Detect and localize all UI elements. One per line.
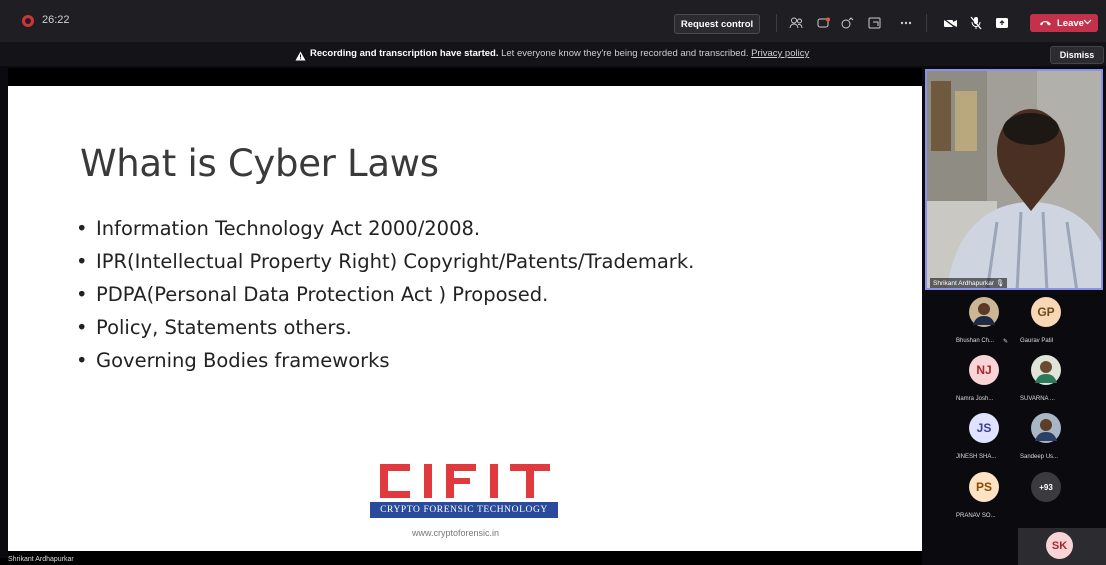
participant-name: SUVARNA ... (1020, 396, 1055, 402)
warning-icon (295, 48, 306, 66)
participant-photo (1031, 413, 1061, 443)
participant-avatar: PS (969, 472, 999, 502)
slide-bullets: Information Technology Act 2000/2008. IP… (76, 212, 694, 377)
dismiss-button[interactable]: Dismiss (1050, 46, 1104, 64)
privacy-policy-link[interactable]: Privacy policy (751, 48, 809, 59)
participant-tile[interactable]: JS (964, 413, 1004, 453)
presenter-name-tag: Shrikant Ardhapurkar 🎙 (930, 278, 1008, 288)
leave-button[interactable]: Leave (1030, 14, 1098, 32)
mic-muted-icon: ✎ (1003, 339, 1009, 345)
toolbar-divider (926, 14, 927, 32)
banner-message: Recording and transcription have started… (310, 48, 809, 59)
participant-name: Namra Josh... (956, 396, 994, 402)
shared-slide: What is Cyber Laws Information Technolog… (8, 86, 922, 551)
banner-text: Let everyone know they're being recorded… (498, 48, 752, 59)
more-participants-button[interactable]: +93 (1026, 472, 1066, 512)
participant-tile[interactable]: PS (964, 472, 1004, 512)
recording-banner: Recording and transcription have started… (0, 42, 1106, 66)
meeting-toolbar: 26:22 Request control Leave (0, 0, 1106, 42)
presenter-name: Shrikant Ardhapurkar (933, 280, 995, 287)
self-video-tile[interactable]: SK (1018, 528, 1106, 565)
presenter-caption-bar (0, 558, 922, 565)
participant-tile[interactable]: GP (1026, 297, 1066, 337)
mic-muted-icon[interactable] (966, 14, 986, 32)
self-avatar: SK (1046, 532, 1073, 559)
request-control-button[interactable]: Request control (674, 14, 760, 34)
meeting-timer: 26:22 (42, 14, 70, 26)
share-icon[interactable] (992, 14, 1012, 32)
slide-bullet: Governing Bodies frameworks (76, 344, 694, 377)
slide-bullet: PDPA(Personal Data Protection Act ) Prop… (76, 278, 694, 311)
cifit-tagline: Crypto Forensic Technology (370, 502, 558, 518)
mic-icon: 🎙 (995, 280, 1005, 287)
banner-bold-text: Recording and transcription have started… (310, 48, 499, 59)
toolbar-divider (776, 14, 777, 32)
participant-tile[interactable] (1026, 355, 1066, 395)
slide-title: What is Cyber Laws (80, 142, 439, 185)
cifit-logo (380, 464, 550, 498)
participant-name: Bhushan Ch... (956, 338, 995, 344)
participant-photo (1031, 355, 1061, 385)
participant-avatar: NJ (969, 355, 999, 385)
recording-icon (22, 15, 34, 27)
participant-name: JINESH SHA... (956, 454, 997, 460)
rooms-icon[interactable] (864, 14, 884, 32)
more-icon[interactable] (896, 14, 916, 32)
phone-icon (1040, 21, 1051, 26)
camera-icon[interactable] (940, 14, 960, 32)
cifit-url: www.cryptoforensic.in (412, 528, 500, 538)
participant-name: PRANAV SO... (956, 513, 996, 519)
leave-label: Leave (1057, 17, 1084, 29)
slide-bullet: Information Technology Act 2000/2008. (76, 212, 694, 245)
presenter-video[interactable] (925, 69, 1103, 290)
participant-avatar: JS (969, 413, 999, 443)
participant-tile[interactable] (1026, 413, 1066, 453)
more-participants-count: +93 (1031, 472, 1061, 502)
presenter-video-frame (927, 71, 1101, 288)
participant-avatar: GP (1031, 297, 1061, 327)
chevron-down-icon[interactable] (1083, 15, 1092, 32)
participant-tile[interactable]: NJ (964, 355, 1004, 395)
participant-photo (969, 297, 999, 327)
presenter-caption: Shrikant Ardhapurkar (8, 556, 74, 563)
participant-name: Gaurav Patil (1020, 338, 1054, 344)
people-icon[interactable] (786, 14, 806, 32)
slide-bullet: Policy, Statements others. (76, 311, 694, 344)
slide-bullet: IPR(Intellectual Property Right) Copyrig… (76, 245, 694, 278)
chat-icon[interactable] (814, 14, 834, 32)
reactions-icon[interactable] (838, 14, 858, 32)
participant-name: Sandeep Us... (1020, 454, 1059, 460)
participant-tile[interactable] (964, 297, 1004, 337)
